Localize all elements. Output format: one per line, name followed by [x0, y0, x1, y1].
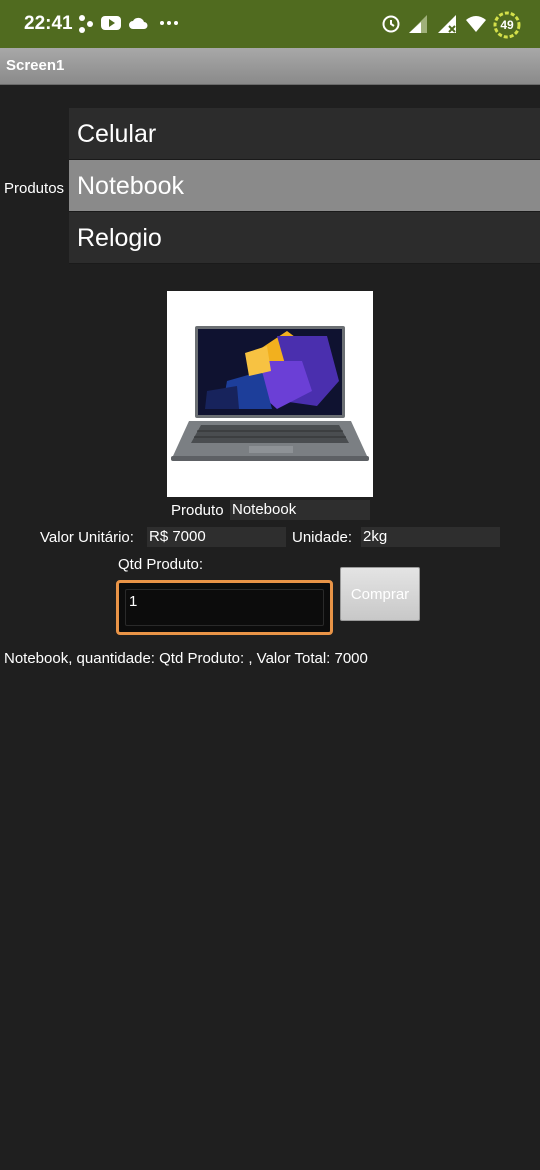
qtd-produto-input[interactable]: 1 — [116, 580, 333, 635]
unidade-label: Unidade: — [292, 529, 353, 546]
title-bar: Screen1 — [0, 48, 540, 85]
status-time: 22:41 — [24, 13, 73, 34]
status-bar: 22:41 49 — [0, 0, 540, 48]
youtube-icon — [101, 16, 121, 30]
signal-x-icon — [438, 15, 456, 33]
produto-value: Notebook — [230, 500, 370, 520]
share-icon — [79, 15, 93, 33]
qtd-produto-label: Qtd Produto: — [118, 556, 204, 573]
comprar-button[interactable]: Comprar — [340, 567, 420, 621]
screen-title: Screen1 — [6, 57, 65, 74]
alarm-icon — [382, 15, 400, 33]
laptop-image — [171, 326, 369, 461]
more-dots-icon — [160, 21, 178, 25]
cloud-icon — [129, 17, 148, 29]
product-image — [167, 291, 373, 497]
signal-icon — [409, 15, 427, 33]
qtd-input-value: 1 — [129, 593, 138, 610]
qtd-input-inner — [125, 589, 324, 626]
unidade-value: 2kg — [361, 527, 500, 547]
list-item-celular[interactable]: Celular — [69, 108, 540, 160]
produto-label: Produto — [171, 502, 224, 519]
valor-unitario-value: R$ 7000 — [147, 527, 286, 547]
valor-unitario-label: Valor Unitário: — [40, 529, 134, 546]
produtos-list: Celular Notebook Relogio — [69, 108, 540, 264]
list-item-notebook[interactable]: Notebook — [69, 160, 540, 212]
list-item-relogio[interactable]: Relogio — [69, 212, 540, 264]
wifi-icon — [466, 16, 486, 32]
result-text: Notebook, quantidade: Qtd Produto: , Val… — [4, 650, 368, 667]
produtos-label: Produtos — [4, 180, 65, 197]
battery-level: 49 — [500, 18, 514, 32]
